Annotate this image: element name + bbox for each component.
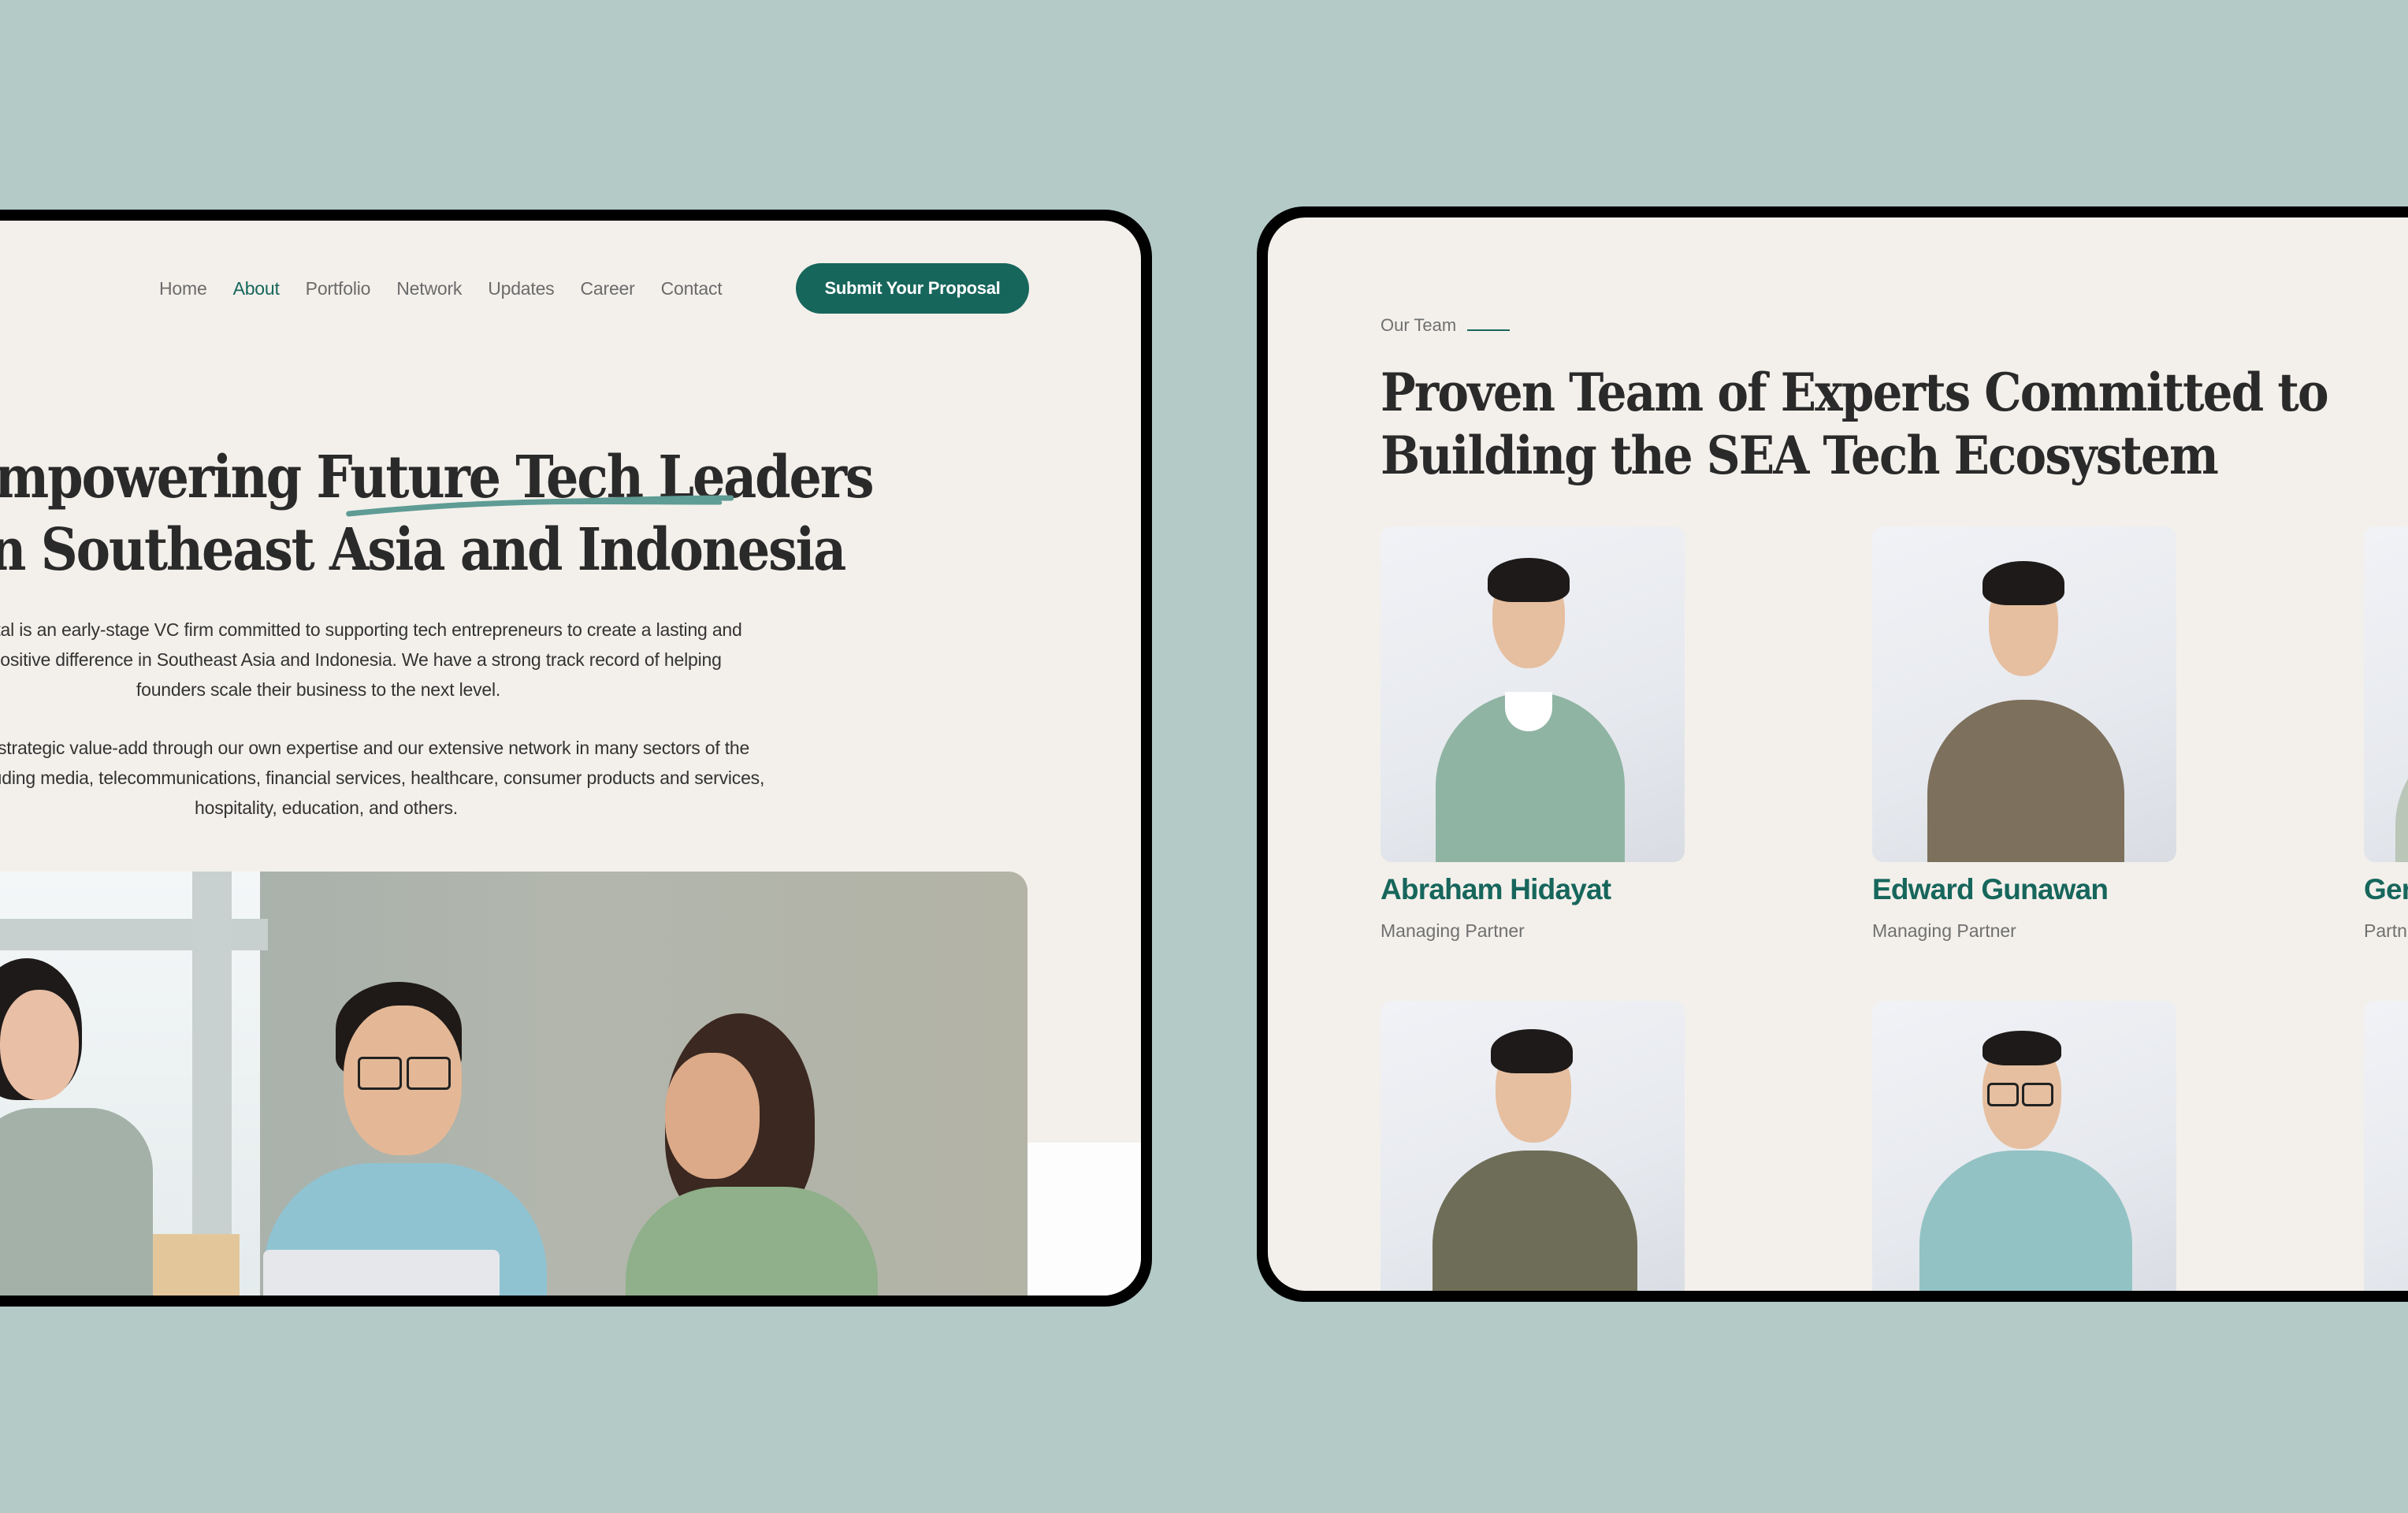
photo-hair (1983, 561, 2064, 605)
hero-paragraph-2: We provide strategic value-add through o… (0, 738, 765, 818)
about-page-screen: Home About Portfolio Network Updates Car… (0, 221, 1141, 1296)
photo-hair (1491, 1029, 1573, 1073)
team-title-line2: Building the SEA Tech Ecosystem (1381, 425, 2219, 486)
team-photo (1872, 1001, 2176, 1291)
eyebrow-accent-line (1467, 329, 1511, 331)
right-device-frame: Our Team Proven Team of Experts Committe… (1257, 206, 2408, 1302)
submit-proposal-button[interactable]: Submit Your Proposal (796, 263, 1029, 314)
member-name[interactable]: Edward Gunawan (1872, 873, 2176, 906)
member-role: Managing Partner (1872, 920, 2016, 941)
member-name[interactable]: Gen (2364, 873, 2408, 906)
team-card-edward[interactable]: Edward Gunawan Managing Partner (1872, 526, 2176, 942)
team-photo (1381, 1001, 1685, 1291)
photo-torso (1919, 1151, 2132, 1291)
team-photo (2364, 1001, 2408, 1291)
team-photo (1381, 526, 1685, 862)
photo-person-left-face (0, 990, 79, 1100)
left-device-frame: Home About Portfolio Network Updates Car… (0, 210, 1152, 1307)
nav-updates[interactable]: Updates (488, 278, 554, 299)
team-card-row2-1[interactable] (1381, 1001, 1685, 1291)
photo-window-post (192, 872, 232, 1296)
nav-network[interactable]: Network (396, 278, 462, 299)
hero-paragraph-1: Skystar Capital is an early-stage VC fir… (0, 619, 742, 700)
photo-laptop (263, 1250, 500, 1296)
brush-underline-icon (346, 495, 734, 517)
team-section-title: Proven Team of Experts Committed to Buil… (1381, 361, 2329, 487)
nav-about[interactable]: About (233, 278, 280, 299)
section-eyebrow: Our Team (1381, 315, 1511, 336)
team-photo (1872, 526, 2176, 862)
photo-torso (2395, 731, 2408, 862)
photo-torso (1927, 700, 2124, 862)
team-card-row2-2[interactable] (1872, 1001, 2176, 1291)
section-divider-band (1027, 1143, 1141, 1296)
team-page-screen: Our Team Proven Team of Experts Committe… (1268, 217, 2408, 1291)
photo-glasses-2 (407, 1057, 451, 1090)
photo-torso (1433, 1151, 1637, 1291)
member-role: Partn (2364, 920, 2407, 941)
photo-hair (1983, 1031, 2061, 1065)
member-role: Managing Partner (1381, 920, 1525, 941)
member-name[interactable]: Abraham Hidayat (1381, 873, 1685, 906)
eyebrow-label: Our Team (1381, 315, 1457, 335)
photo-person-right-body (626, 1187, 878, 1296)
team-card-abraham[interactable]: Abraham Hidayat Managing Partner (1381, 526, 1685, 942)
photo-glasses (358, 1057, 402, 1090)
main-nav: Home About Portfolio Network Updates Car… (0, 263, 1141, 314)
photo-person-right-face (665, 1053, 760, 1179)
nav-career[interactable]: Career (580, 278, 634, 299)
team-card-partial[interactable]: Gen Partn (2364, 526, 2408, 942)
hero-title: Empowering Future Tech Leaders in Southe… (0, 441, 875, 586)
hero-team-photo (0, 872, 1027, 1296)
hero-title-line1: Empowering Future Tech Leaders (0, 441, 875, 517)
nav-contact[interactable]: Contact (661, 278, 723, 299)
nav-portfolio[interactable]: Portfolio (306, 278, 371, 299)
photo-hair (1488, 558, 1570, 602)
nav-links: Home About Portfolio Network Updates Car… (159, 263, 748, 314)
photo-person-left-body (0, 1108, 153, 1296)
hero-title-prefix: Empowering (0, 444, 302, 511)
photo-glasses (1987, 1083, 2019, 1106)
photo-glasses-2 (2022, 1083, 2053, 1106)
team-card-row2-3[interactable] (2364, 1001, 2408, 1291)
team-title-line1: Proven Team of Experts Committed to (1381, 362, 2329, 423)
team-photo (2364, 526, 2408, 862)
nav-home[interactable]: Home (159, 278, 207, 299)
hero-title-line2: in Southeast Asia and Indonesia (0, 516, 846, 584)
